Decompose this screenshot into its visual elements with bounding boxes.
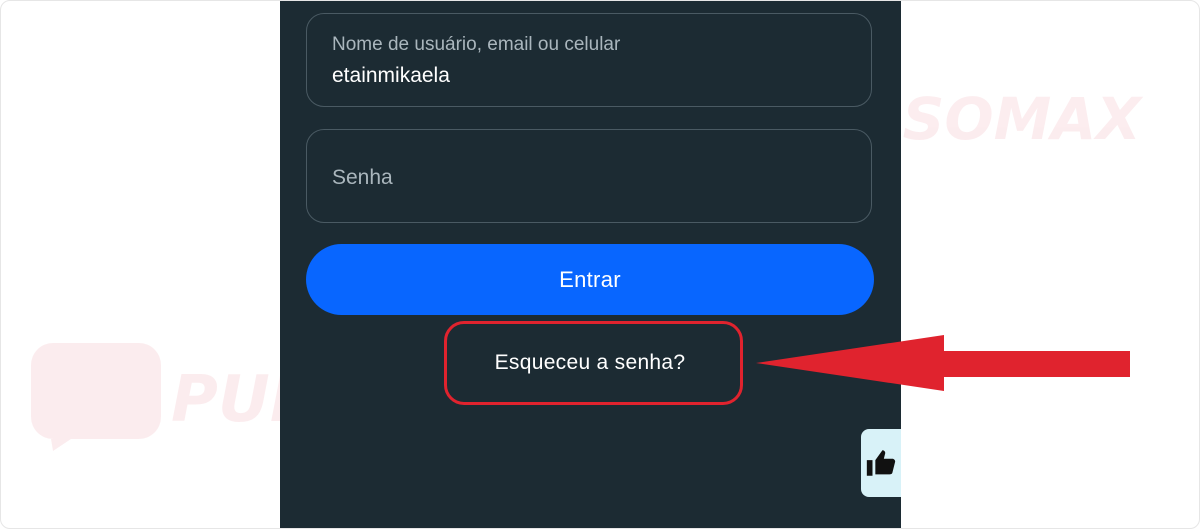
highlight-box (444, 321, 743, 405)
username-field[interactable]: Nome de usuário, email ou celular etainm… (306, 13, 872, 107)
thumbs-up-button[interactable] (861, 429, 901, 497)
password-placeholder: Senha (332, 166, 393, 189)
red-arrow-left-icon (756, 331, 1136, 400)
thumbs-up-icon (866, 450, 896, 476)
screenshot-card: PULSOMAX PULSOMAX Nome de usuário, email… (0, 0, 1200, 529)
username-value[interactable]: etainmikaela (332, 64, 450, 88)
username-label: Nome de usuário, email ou celular (332, 34, 621, 55)
login-screen: Nome de usuário, email ou celular etainm… (280, 1, 901, 528)
password-field[interactable]: Senha (306, 129, 872, 223)
login-button[interactable]: Entrar (306, 244, 874, 315)
